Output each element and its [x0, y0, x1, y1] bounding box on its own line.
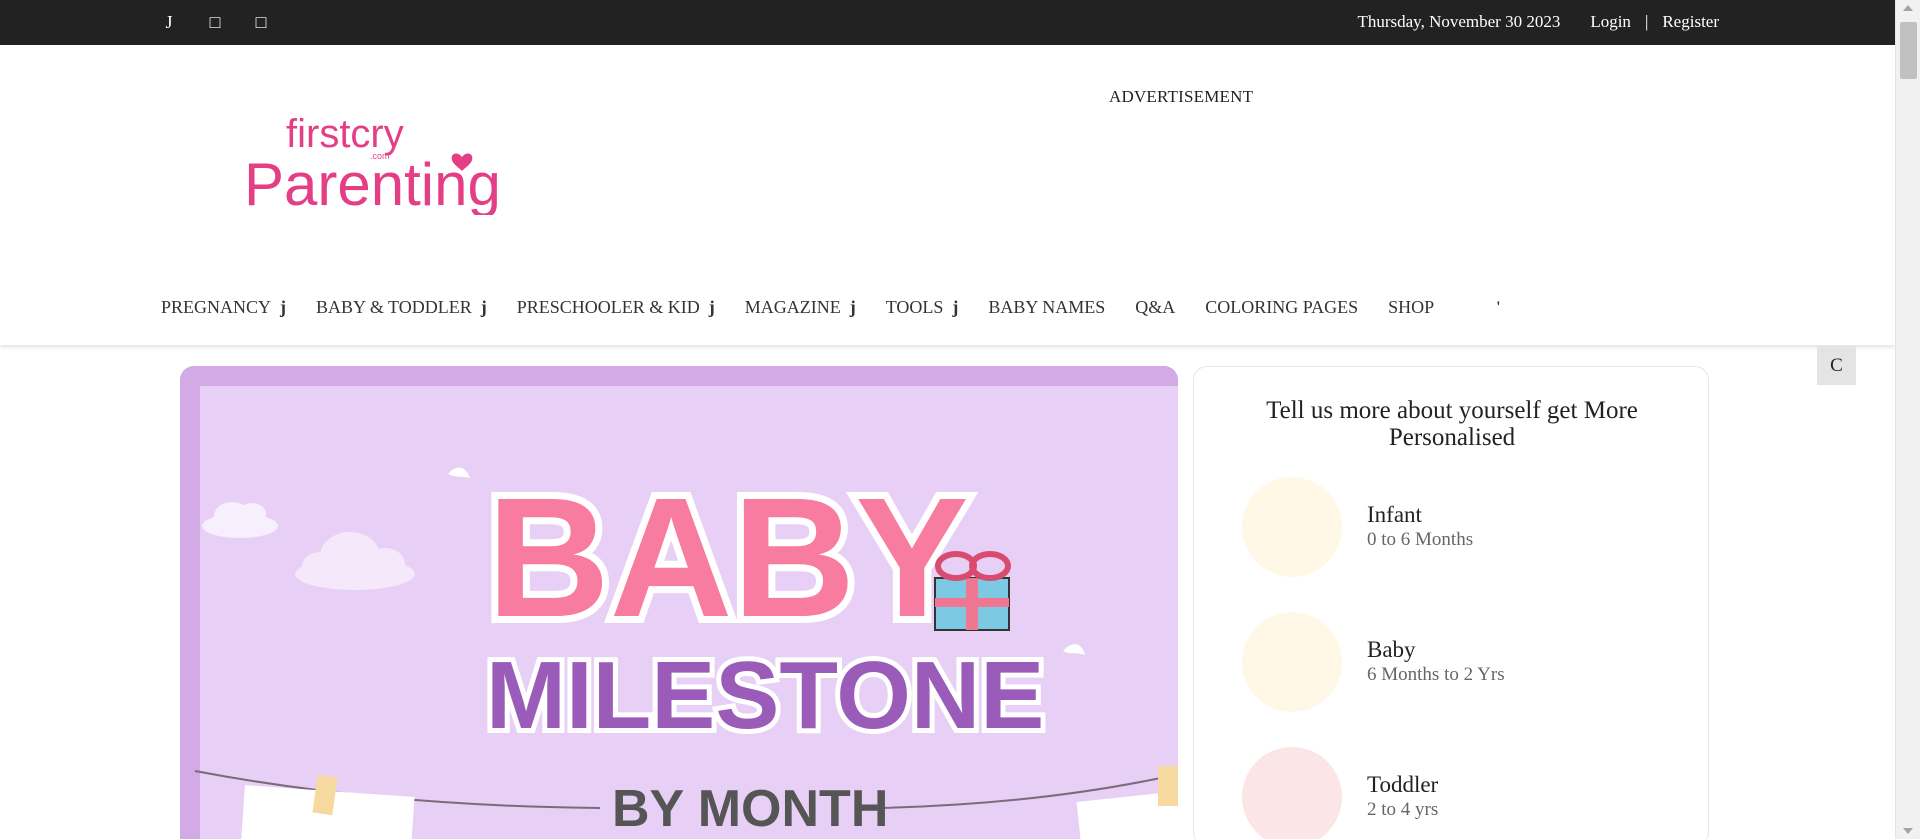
nav-item-coloring-pages[interactable]: COLORING PAGES [1205, 297, 1358, 318]
stage-avatar [1242, 612, 1342, 712]
login-register-separator: | [1644, 12, 1649, 31]
svg-text:firstcry: firstcry [286, 112, 404, 156]
instagram-icon[interactable]: □ [252, 12, 270, 33]
svg-text:BY MONTH: BY MONTH [612, 780, 888, 838]
nav-item-pregnancy[interactable]: PREGNANCY j [161, 297, 286, 318]
stage-avatar [1242, 747, 1342, 839]
nav-item-label: Q&A [1135, 297, 1176, 317]
firstcry-parenting-logo[interactable]: firstcry .com Parenting [244, 105, 554, 215]
stage-option-toddler[interactable]: Toddler 2 to 4 yrs [1242, 747, 1438, 839]
baby-milestone-illustration: BABY MILESTONE BY MONTH [180, 366, 1178, 839]
personalise-card: Tell us more about yourself get More Per… [1193, 366, 1709, 839]
stage-option-infant[interactable]: Infant 0 to 6 Months [1242, 477, 1473, 577]
svg-text:MILESTONE: MILESTONE [486, 642, 1044, 749]
site-header: firstcry .com Parenting ADVERTISEMENT PR… [0, 45, 1895, 345]
scroll-down-icon[interactable] [1903, 828, 1913, 834]
nav-item-label: PREGNANCY [161, 297, 272, 317]
page-scrollbar[interactable] [1895, 0, 1920, 839]
svg-text:BABY: BABY [487, 463, 969, 653]
facebook-icon[interactable]: J [160, 12, 178, 33]
search-icon[interactable]: ' [1496, 299, 1500, 317]
stage-range: 0 to 6 Months [1367, 529, 1474, 550]
register-link[interactable]: Register [1662, 12, 1719, 32]
stage-range: 2 to 4 yrs [1367, 799, 1439, 820]
nav-item-preschooler-kid[interactable]: PRESCHOOLER & KID j [517, 297, 715, 318]
nav-item-label: BABY NAMES [988, 297, 1106, 317]
chevron-down-icon: j [952, 297, 959, 317]
stage-option-baby[interactable]: Baby 6 Months to 2 Yrs [1242, 612, 1505, 712]
chevron-down-icon: j [708, 297, 715, 317]
nav-item-label: SHOP [1388, 297, 1435, 317]
twitter-icon[interactable]: □ [206, 12, 224, 33]
nav-item-qa[interactable]: Q&A [1135, 297, 1175, 318]
top-bar: J □ □ Thursday, November 30 2023 Login |… [0, 0, 1895, 45]
nav-item-label: BABY & TODDLER [316, 297, 472, 317]
nav-item-shop[interactable]: SHOP [1388, 297, 1434, 318]
login-link[interactable]: Login [1590, 12, 1631, 32]
scrollbar-thumb[interactable] [1900, 22, 1917, 79]
chevron-down-icon: j [280, 297, 287, 317]
nav-item-magazine[interactable]: MAGAZINE j [745, 297, 856, 318]
nav-item-label: COLORING PAGES [1205, 297, 1359, 317]
nav-item-label: MAGAZINE [744, 297, 841, 317]
stage-name: Baby [1367, 637, 1416, 662]
nav-item-baby-toddler[interactable]: BABY & TODDLER j [316, 297, 487, 318]
nav-item-baby-names[interactable]: BABY NAMES [988, 297, 1105, 318]
scroll-up-icon[interactable] [1903, 5, 1913, 11]
hero-banner[interactable]: BABY MILESTONE BY MONTH [180, 366, 1178, 839]
stage-name: Toddler [1367, 772, 1439, 797]
chevron-down-icon: j [849, 297, 856, 317]
current-date: Thursday, November 30 2023 [1357, 12, 1561, 31]
stage-avatar [1242, 477, 1342, 577]
chevron-down-icon: j [480, 297, 487, 317]
personalise-title: Tell us more about yourself get More Per… [1266, 397, 1638, 451]
nav-item-label: PRESCHOOLER & KID [516, 297, 700, 317]
stage-name: Infant [1367, 502, 1422, 527]
top-bar-right: Thursday, November 30 2023 Login | Regis… [1357, 12, 1719, 32]
floating-button[interactable]: C [1817, 346, 1856, 385]
nav-item-tools[interactable]: TOOLS j [886, 297, 959, 318]
nav-item-label: TOOLS [885, 297, 944, 317]
stage-range: 6 Months to 2 Yrs [1367, 664, 1505, 685]
advertisement-label: ADVERTISEMENT [1109, 87, 1254, 106]
social-links: J □ □ [160, 12, 270, 33]
main-nav: PREGNANCY j BABY & TODDLER j PRESCHOOLER… [161, 297, 1501, 318]
